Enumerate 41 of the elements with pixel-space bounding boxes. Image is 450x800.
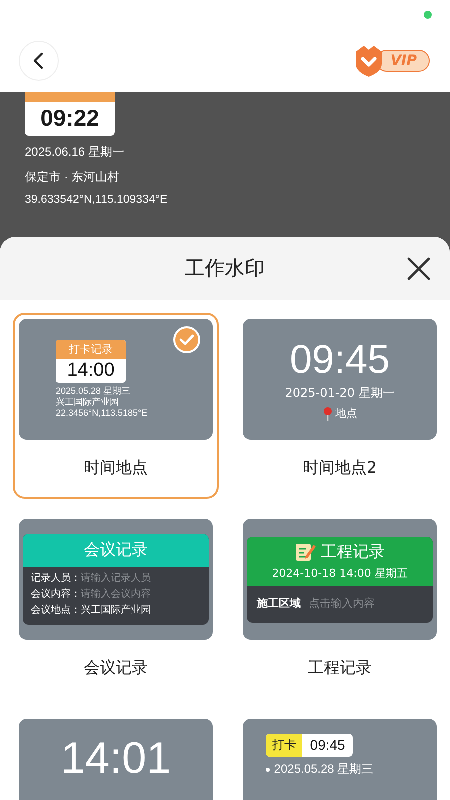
badge-label: 打卡记录	[56, 340, 126, 359]
info-text: 2025.05.28 星期三	[56, 386, 132, 397]
field-placeholder: 请输入记录人员	[81, 573, 151, 584]
status-dot	[424, 11, 432, 19]
chevron-left-icon	[32, 52, 46, 70]
field-label: 施工区域	[257, 596, 301, 610]
field-value: 兴工国际产业园	[81, 605, 151, 616]
watermark-coords: 39.633542°N,115.109334°E	[25, 194, 169, 206]
template-name: 工程记录	[307, 658, 373, 679]
watermark-place: 保定市 · 东河山村	[25, 169, 121, 186]
time-text: 09:45	[309, 736, 346, 755]
bullet-icon	[266, 768, 270, 772]
info-text: 22.3456°N,113.5185°E	[56, 408, 149, 419]
close-icon[interactable]	[406, 256, 432, 282]
template-name: 时间地点	[83, 458, 149, 479]
date-text: 2025-01-20 星期一	[285, 385, 395, 402]
field-placeholder: 请输入会议内容	[81, 589, 151, 600]
project-title: 工程记录	[321, 542, 385, 562]
datetime-text: 2024-10-18 14:00 星期五	[271, 566, 409, 580]
time-text: 14:01	[60, 735, 172, 783]
sheet-title: 工作水印	[185, 255, 265, 282]
field-placeholder: 点击输入内容	[309, 596, 375, 610]
field-label: 记录人员：	[31, 573, 81, 584]
place-text: 地点	[336, 406, 358, 421]
time-text: 09:45	[288, 338, 392, 382]
check-icon	[173, 326, 201, 354]
meeting-title: 会议记录	[23, 534, 209, 567]
back-button[interactable]	[19, 41, 59, 81]
pin-icon	[322, 406, 332, 420]
watermark-date: 2025.06.16 星期一	[25, 144, 126, 161]
field-label: 会议地点：	[31, 605, 81, 616]
template-card[interactable]: 打卡记录 14:00 2025.05.28 星期三 兴工国际产业园 22.3456°N,113.5185°E 时间地点	[13, 313, 219, 499]
info-text: 兴工国际产业园	[56, 397, 120, 408]
badge-label: 打卡	[266, 734, 302, 757]
date-text: 2025.05.28 星期三	[274, 761, 374, 778]
note-icon	[295, 542, 317, 562]
field-label: 会议内容：	[31, 589, 81, 600]
template-name: 会议记录	[83, 658, 149, 679]
watermark-time: 09:22	[40, 104, 100, 133]
time-text: 14:00	[66, 359, 116, 383]
template-name: 时间地点2	[302, 458, 378, 479]
